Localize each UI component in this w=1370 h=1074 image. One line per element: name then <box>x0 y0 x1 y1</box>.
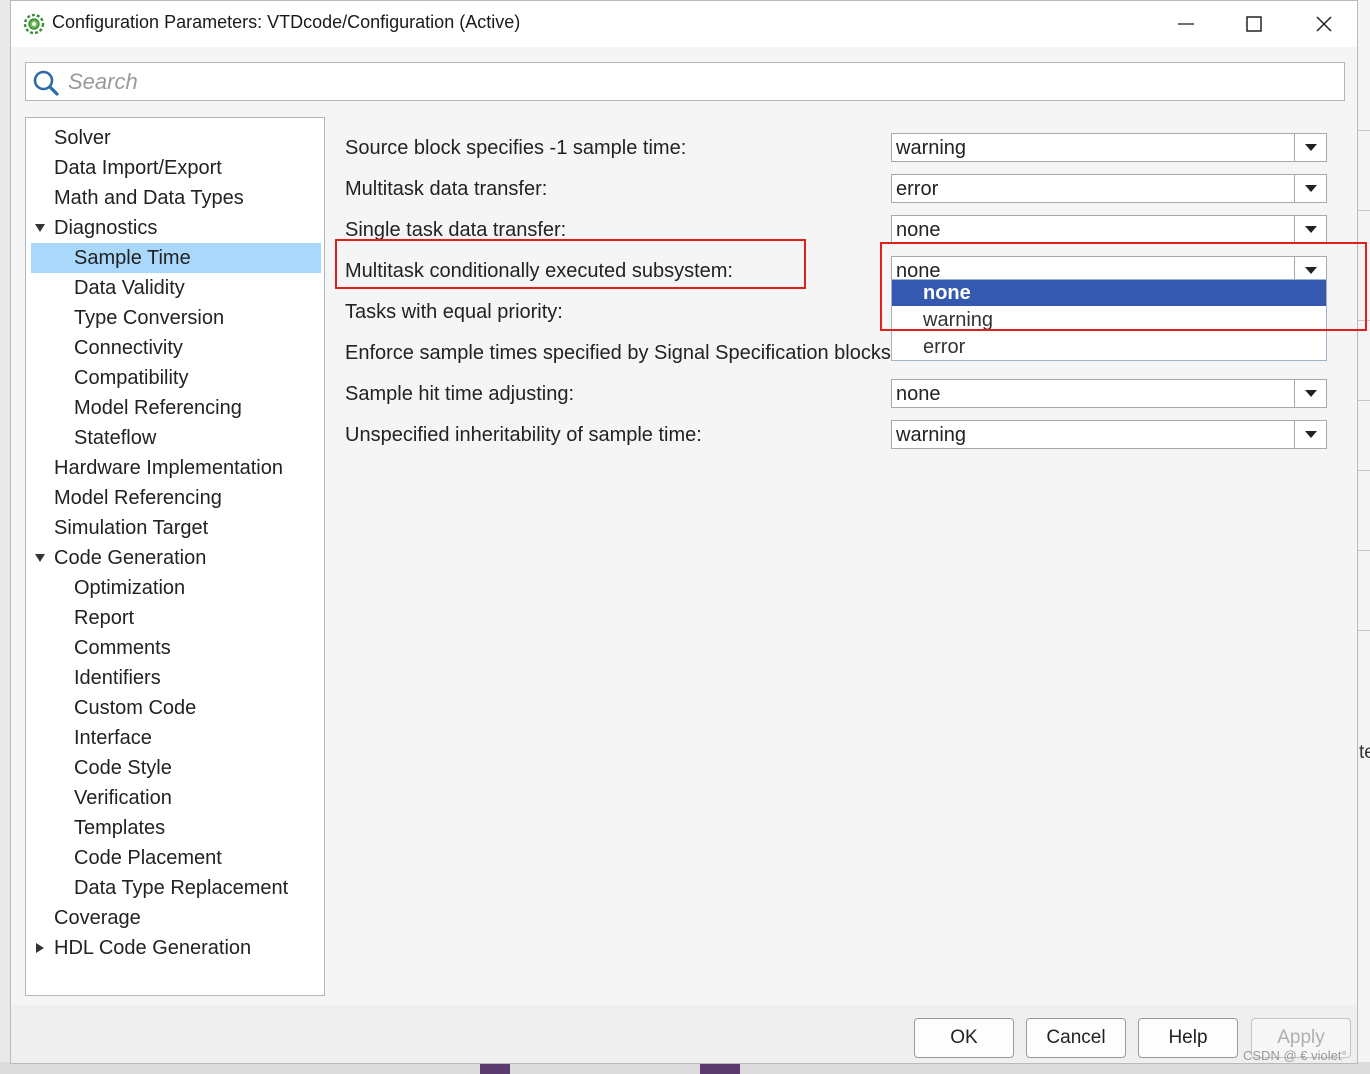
background-text-fragment: te <box>1359 742 1370 763</box>
minimize-button[interactable] <box>1151 1 1221 47</box>
label-tasks-with-equal-priority: Tasks with equal priority: <box>345 301 563 323</box>
select-value: error <box>896 178 939 200</box>
expand-triangle-down-icon[interactable] <box>34 222 46 234</box>
label-source-block-specifies-1-sample-time: Source block specifies -1 sample time: <box>345 137 687 159</box>
minimize-icon <box>1178 23 1194 25</box>
annotation-box-label <box>335 239 806 289</box>
config-params-dialog: Configuration Parameters: VTDcode/Config… <box>10 0 1367 1064</box>
select-value: none <box>896 219 941 241</box>
maximize-icon <box>1246 16 1262 32</box>
chevron-down-icon <box>1304 184 1317 192</box>
maximize-button[interactable] <box>1219 1 1289 47</box>
tree-item-math-and-data-types[interactable]: Math and Data Types <box>54 183 244 213</box>
close-button[interactable] <box>1289 1 1359 47</box>
select-sample-hit-time-adjusting[interactable]: none <box>891 379 1327 408</box>
chevron-down-icon <box>1304 430 1317 438</box>
expand-triangle-down-icon[interactable] <box>34 552 46 564</box>
tree-item-code-placement[interactable]: Code Placement <box>74 843 222 873</box>
search-box[interactable] <box>25 62 1345 101</box>
select-source-block-specifies-1-sample-time[interactable]: warning <box>891 133 1327 162</box>
tree-item-hdl-code-generation[interactable]: HDL Code Generation <box>54 933 251 963</box>
chevron-down-icon <box>1304 389 1317 397</box>
tree-item-comments[interactable]: Comments <box>74 633 171 663</box>
select-multitask-data-transfer[interactable]: error <box>891 174 1327 203</box>
tree-item-identifiers[interactable]: Identifiers <box>74 663 161 693</box>
ok-button[interactable]: OK <box>914 1018 1014 1058</box>
watermark: CSDN @ € violet° <box>1243 1048 1347 1063</box>
tree-item-coverage[interactable]: Coverage <box>54 903 141 933</box>
chevron-down-icon <box>1304 225 1317 233</box>
window-title: Configuration Parameters: VTDcode/Config… <box>52 12 521 32</box>
dropdown-button[interactable] <box>1294 380 1326 407</box>
label-enforce-sample-times-specified-by-signal-specification-blocks: Enforce sample times specified by Signal… <box>345 342 897 364</box>
tree-item-code-style[interactable]: Code Style <box>74 753 172 783</box>
title-bar[interactable]: Configuration Parameters: VTDcode/Config… <box>11 1 1357 47</box>
dropdown-button[interactable] <box>1294 216 1326 243</box>
tree-item-data-import-export[interactable]: Data Import/Export <box>54 153 222 183</box>
tree-item-code-generation[interactable]: Code Generation <box>54 543 206 573</box>
expand-triangle-right-icon[interactable] <box>34 942 46 954</box>
category-tree: Solver Data Import/Export Math and Data Ty… <box>25 117 325 996</box>
dropdown-button[interactable] <box>1294 421 1326 448</box>
tree-item-data-type-replacement[interactable]: Data Type Replacement <box>74 873 288 903</box>
label-sample-hit-time-adjusting: Sample hit time adjusting: <box>345 383 575 405</box>
dropdown-button[interactable] <box>1294 134 1326 161</box>
tree-item-verification[interactable]: Verification <box>74 783 172 813</box>
tree-item-type-conversion[interactable]: Type Conversion <box>74 303 224 333</box>
tree-item-compatibility[interactable]: Compatibility <box>74 363 188 393</box>
tree-item-diagnostics[interactable]: Diagnostics <box>54 213 157 243</box>
select-single-task-data-transfer[interactable]: none <box>891 215 1327 244</box>
search-icon <box>33 70 59 96</box>
select-value: warning <box>896 424 967 446</box>
tree-item-connectivity[interactable]: Connectivity <box>74 333 183 363</box>
dropdown-button[interactable] <box>1294 175 1326 202</box>
select-unspecified-inheritability-of-sample-time[interactable]: warning <box>891 420 1327 449</box>
tree-item-report[interactable]: Report <box>74 603 134 633</box>
tree-item-stateflow[interactable]: Stateflow <box>74 423 156 453</box>
tree-item-model-referencing[interactable]: Model Referencing <box>54 483 222 513</box>
select-value: none <box>896 383 941 405</box>
dropdown-option-error[interactable]: error <box>892 334 1326 360</box>
background-window-edge: te <box>1356 0 1370 1074</box>
cancel-button[interactable]: Cancel <box>1026 1018 1126 1058</box>
tree-item-data-validity[interactable]: Data Validity <box>74 273 185 303</box>
label-multitask-data-transfer: Multitask data transfer: <box>345 178 548 200</box>
tree-item-hardware-implementation[interactable]: Hardware Implementation <box>54 453 283 483</box>
tree-item-sample-time[interactable]: Sample Time <box>31 243 321 273</box>
dialog-footer: OK Cancel Help Apply <box>11 1005 1357 1063</box>
label-unspecified-inheritability-of-sample-time: Unspecified inheritability of sample tim… <box>345 424 702 446</box>
close-icon <box>1316 16 1332 32</box>
app-gear-icon <box>23 13 45 35</box>
help-button[interactable]: Help <box>1138 1018 1238 1058</box>
search-input[interactable] <box>66 67 1330 97</box>
tree-item-simulation-target[interactable]: Simulation Target <box>54 513 208 543</box>
tree-item-optimization[interactable]: Optimization <box>74 573 185 603</box>
annotation-box-dropdown <box>880 242 1367 331</box>
settings-pane: Source block specifies -1 sample time: wa… <box>325 117 1367 1005</box>
select-value: warning <box>896 137 967 159</box>
tree-item-solver[interactable]: Solver <box>54 123 111 153</box>
chevron-down-icon <box>1304 143 1317 151</box>
tree-item-model-referencing[interactable]: Model Referencing <box>74 393 242 423</box>
tree-item-interface[interactable]: Interface <box>74 723 152 753</box>
tree-item-custom-code[interactable]: Custom Code <box>74 693 196 723</box>
tree-item-templates[interactable]: Templates <box>74 813 165 843</box>
